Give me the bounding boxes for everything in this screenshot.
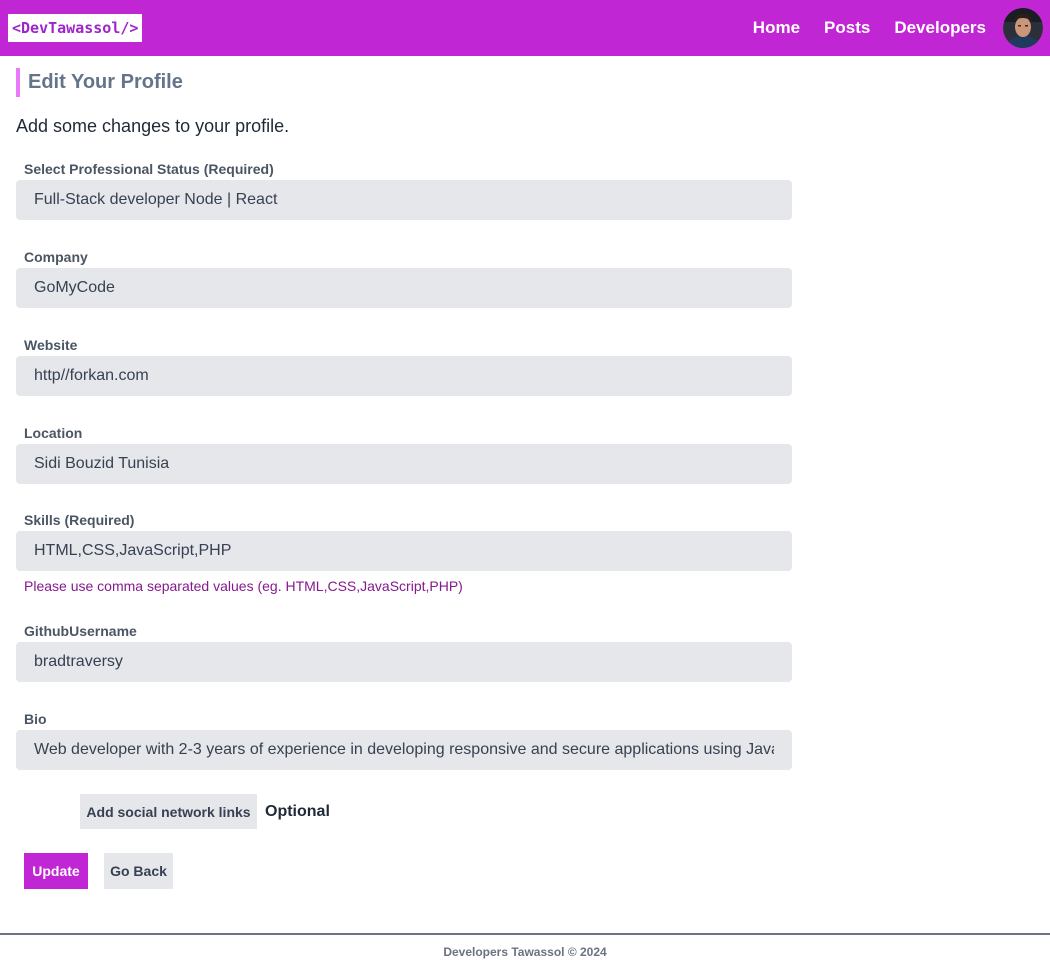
company-input[interactable] xyxy=(16,268,792,308)
bio-label: Bio xyxy=(24,711,47,727)
go-back-button[interactable]: Go Back xyxy=(104,853,173,889)
nav-link-developers[interactable]: Developers xyxy=(894,18,986,38)
brand-logo[interactable]: <DevTawassol/> xyxy=(8,14,143,42)
avatar-photo-icon xyxy=(1003,8,1043,48)
footer-text: Developers Tawassol © 2024 xyxy=(443,945,607,959)
optional-label: Optional xyxy=(265,803,330,820)
footer-divider xyxy=(0,933,1050,935)
status-input[interactable] xyxy=(16,180,792,220)
nav-link-posts[interactable]: Posts xyxy=(824,18,870,38)
skills-label: Skills (Required) xyxy=(24,512,135,528)
page-title-block: Edit Your Profile xyxy=(16,68,183,97)
website-label: Website xyxy=(24,337,78,353)
status-label: Select Professional Status (Required) xyxy=(24,161,274,177)
skills-input[interactable] xyxy=(16,531,792,571)
page-lead: Add some changes to your profile. xyxy=(16,116,290,136)
user-avatar-icon[interactable] xyxy=(1003,8,1043,48)
nav-link-home[interactable]: Home xyxy=(753,18,800,38)
website-input[interactable] xyxy=(16,356,792,396)
skills-hint: Please use comma separated values (eg. H… xyxy=(24,578,463,594)
navbar: <DevTawassol/> Home Posts Developers xyxy=(0,0,1050,56)
github-label: GithubUsername xyxy=(24,623,137,639)
company-label: Company xyxy=(24,249,88,265)
add-social-links-button[interactable]: Add social network links xyxy=(80,794,257,829)
update-button[interactable]: Update xyxy=(24,853,88,889)
page-title: Edit Your Profile xyxy=(28,71,183,93)
nav-links: Home Posts Developers xyxy=(753,0,986,56)
github-input[interactable] xyxy=(16,642,792,682)
location-input[interactable] xyxy=(16,444,792,484)
bio-input[interactable] xyxy=(16,730,792,770)
location-label: Location xyxy=(24,425,83,441)
